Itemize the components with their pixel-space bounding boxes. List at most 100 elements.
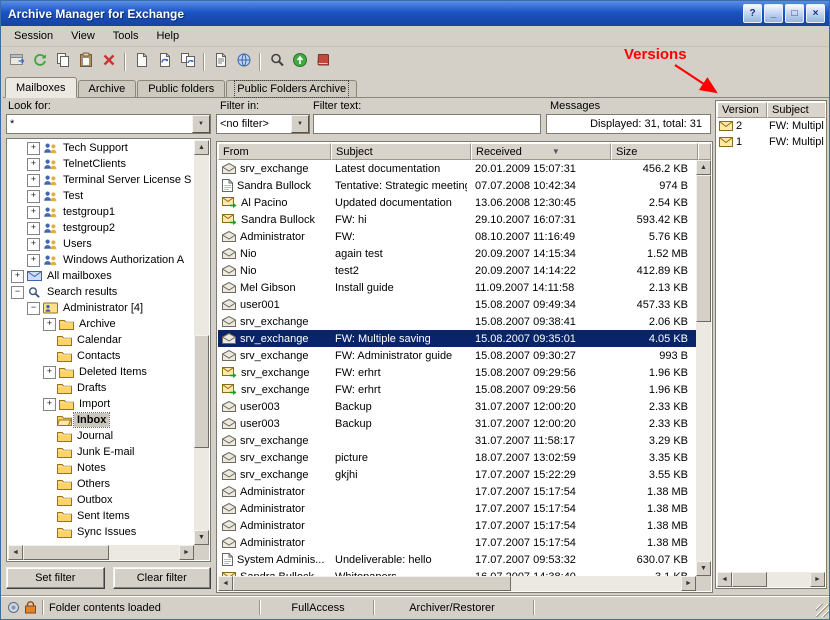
message-row-7[interactable]: Mel GibsonInstall guide11.09.2007 14:11:… — [218, 279, 696, 296]
tree-item-testgroup2[interactable]: +testgroup2 — [8, 220, 194, 236]
message-row-6[interactable]: Niotest220.09.2007 14:14:22412.89 KB — [218, 262, 696, 279]
toolbar-copy-button[interactable] — [51, 50, 74, 73]
column-header-size[interactable]: Size — [611, 143, 698, 160]
clear-filter-button[interactable]: Clear filter — [113, 567, 212, 589]
message-row-13[interactable]: srv_exchangeFW: erhrt15.08.2007 09:29:56… — [218, 381, 696, 398]
tree-item-import[interactable]: +Import — [8, 396, 194, 412]
filter-in-combobox[interactable]: <no filter> ▼ — [216, 114, 310, 134]
expand-icon[interactable]: + — [27, 158, 40, 171]
scroll-up-icon[interactable]: ▲ — [696, 160, 711, 175]
tree-item-deleted-items[interactable]: +Deleted Items — [8, 364, 194, 380]
toolbar-refresh-button[interactable] — [28, 50, 51, 73]
message-row-17[interactable]: srv_exchangepicture18.07.2007 13:02:593.… — [218, 449, 696, 466]
message-row-23[interactable]: System Adminis...Undeliverable: hello17.… — [218, 551, 696, 568]
messages-horizontal-scrollbar[interactable]: ◄► — [218, 576, 696, 591]
message-row-21[interactable]: Administrator17.07.2007 15:17:541.38 MB — [218, 517, 696, 534]
column-header-from[interactable]: From — [218, 143, 331, 160]
message-row-20[interactable]: Administrator17.07.2007 15:17:541.38 MB — [218, 500, 696, 517]
expand-icon[interactable]: + — [27, 142, 40, 155]
message-row-24[interactable]: Sandra BullockWhitepapers16.07.2007 14:3… — [218, 568, 696, 576]
expand-icon[interactable]: + — [27, 238, 40, 251]
scroll-left-icon[interactable]: ◄ — [218, 576, 233, 591]
expand-icon[interactable]: + — [27, 174, 40, 187]
scrollbar-track[interactable] — [194, 155, 209, 530]
menu-view[interactable]: View — [62, 27, 104, 45]
look-for-combobox[interactable]: * ▼ — [6, 114, 211, 134]
scroll-right-icon[interactable]: ► — [681, 576, 696, 591]
column-header-subject[interactable]: Subject — [331, 143, 471, 160]
tab-public-folders-archive[interactable]: Public Folders Archive — [226, 80, 357, 97]
messages-vertical-scrollbar[interactable]: ▲▼ — [696, 160, 711, 576]
expand-icon[interactable]: + — [27, 222, 40, 235]
scrollbar-track[interactable] — [23, 545, 179, 560]
scrollbar-thumb[interactable] — [696, 175, 711, 322]
tree-item-sent-items[interactable]: Sent Items — [8, 508, 194, 524]
maximize-button[interactable]: □ — [785, 4, 804, 23]
version-column-header-subject[interactable]: Subject — [767, 102, 825, 118]
column-header-received[interactable]: Received▼ — [471, 143, 611, 160]
menu-session[interactable]: Session — [5, 27, 62, 45]
toolbar-find-button[interactable] — [265, 50, 288, 73]
tree-item-sync-issues[interactable]: Sync Issues — [8, 524, 194, 540]
toolbar-sync-all-button[interactable] — [176, 50, 199, 73]
scroll-left-icon[interactable]: ◄ — [8, 545, 23, 560]
scrollbar-track[interactable] — [696, 175, 711, 561]
message-row-14[interactable]: user003Backup31.07.2007 12:00:202.33 KB — [218, 398, 696, 415]
toolbar-sync-button[interactable] — [153, 50, 176, 73]
tree-item-testgroup1[interactable]: +testgroup1 — [8, 204, 194, 220]
scroll-up-icon[interactable]: ▲ — [194, 140, 209, 155]
tree-item-administrator-4[interactable]: −Administrator [4] — [8, 300, 194, 316]
tree-item-search-results[interactable]: −Search results — [8, 284, 194, 300]
dropdown-arrow-icon[interactable]: ▼ — [192, 115, 210, 133]
message-row-1[interactable]: Sandra BullockTentative: Strategic meeti… — [218, 177, 696, 194]
dropdown-arrow-icon[interactable]: ▼ — [291, 115, 309, 133]
message-row-22[interactable]: Administrator17.07.2007 15:17:541.38 MB — [218, 534, 696, 551]
toolbar-open-mailbox-button[interactable] — [5, 50, 28, 73]
message-row-18[interactable]: srv_exchangegkjhi17.07.2007 15:22:293.55… — [218, 466, 696, 483]
expand-icon[interactable]: + — [27, 206, 40, 219]
tree-item-calendar[interactable]: Calendar — [8, 332, 194, 348]
toolbar-stop-task-button[interactable] — [311, 50, 334, 73]
message-row-5[interactable]: Nioagain test20.09.2007 14:15:341.52 MB — [218, 245, 696, 262]
scrollbar-thumb[interactable] — [194, 335, 209, 448]
help-button[interactable]: ? — [743, 4, 762, 23]
scroll-down-icon[interactable]: ▼ — [696, 561, 711, 576]
tree-item-tech-support[interactable]: +Tech Support — [8, 140, 194, 156]
menu-tools[interactable]: Tools — [104, 27, 148, 45]
scrollbar-thumb[interactable] — [732, 572, 767, 587]
expand-icon[interactable]: + — [43, 318, 56, 331]
expand-icon[interactable]: + — [43, 398, 56, 411]
minimize-button[interactable]: _ — [764, 4, 783, 23]
tree-horizontal-scrollbar[interactable]: ◄► — [8, 545, 194, 560]
version-row-0[interactable]: 2FW: Multipl — [717, 118, 825, 134]
tree-item-archive[interactable]: +Archive — [8, 316, 194, 332]
message-row-15[interactable]: user003Backup31.07.2007 12:00:202.33 KB — [218, 415, 696, 432]
message-row-2[interactable]: Al PacinoUpdated documentation13.06.2008… — [218, 194, 696, 211]
message-row-4[interactable]: AdministratorFW:08.10.2007 11:16:495.76 … — [218, 228, 696, 245]
scrollbar-thumb[interactable] — [233, 576, 511, 591]
toolbar-paste-button[interactable] — [74, 50, 97, 73]
scroll-right-icon[interactable]: ► — [179, 545, 194, 560]
versions-horizontal-scrollbar[interactable]: ◄► — [717, 572, 825, 587]
filter-text-input[interactable] — [313, 114, 541, 134]
tree-item-journal[interactable]: Journal — [8, 428, 194, 444]
version-row-1[interactable]: 1FW: Multipl — [717, 134, 825, 150]
message-row-8[interactable]: user00115.08.2007 09:49:34457.33 KB — [218, 296, 696, 313]
tree-item-outbox[interactable]: Outbox — [8, 492, 194, 508]
scroll-right-icon[interactable]: ► — [810, 572, 825, 587]
tab-public-folders[interactable]: Public folders — [137, 80, 225, 97]
message-row-10[interactable]: srv_exchangeFW: Multiple saving15.08.200… — [218, 330, 696, 347]
expand-icon[interactable]: + — [27, 254, 40, 267]
scrollbar-track[interactable] — [732, 572, 810, 587]
close-button[interactable]: × — [806, 4, 825, 23]
version-column-header-version[interactable]: Version — [717, 102, 767, 118]
message-row-16[interactable]: srv_exchange31.07.2007 11:58:173.29 KB — [218, 432, 696, 449]
set-filter-button[interactable]: Set filter — [6, 567, 105, 589]
expand-icon[interactable]: + — [11, 270, 24, 283]
expand-icon[interactable]: + — [27, 190, 40, 203]
tree-vertical-scrollbar[interactable]: ▲▼ — [194, 140, 209, 545]
tree-item-inbox[interactable]: Inbox — [8, 412, 194, 428]
tree-item-others[interactable]: Others — [8, 476, 194, 492]
toolbar-web-report-button[interactable] — [232, 50, 255, 73]
tree-item-test[interactable]: +Test — [8, 188, 194, 204]
